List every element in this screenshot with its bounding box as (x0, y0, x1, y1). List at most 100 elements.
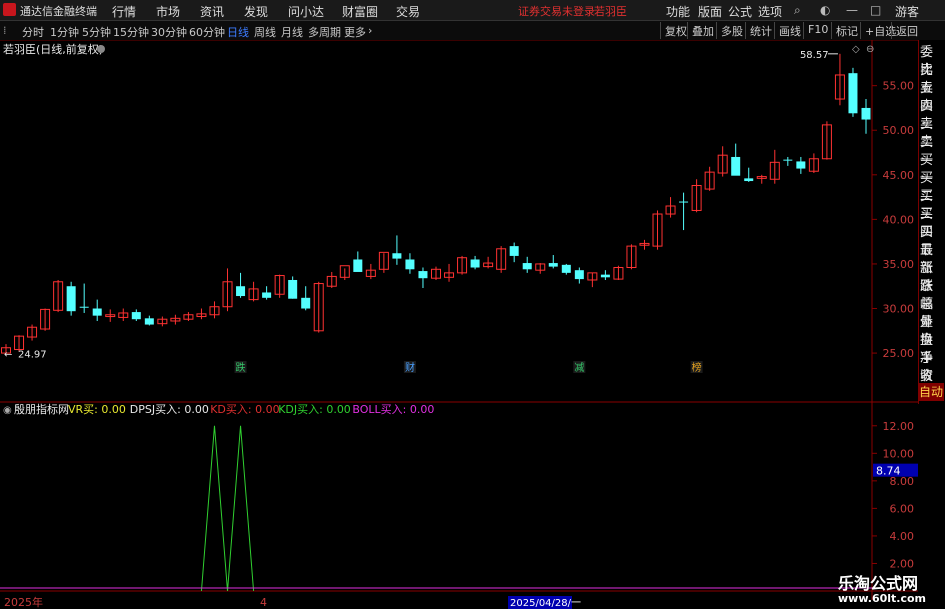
period-1min[interactable]: 1分钟 (50, 24, 79, 40)
skin-icon[interactable]: ◐ (820, 3, 830, 17)
low-price-label: 24.97 (18, 349, 47, 360)
period-5min[interactable]: 5分钟 (82, 24, 111, 40)
price-tick-label: 35.00 (883, 258, 915, 271)
period-15min[interactable]: 15分钟 (113, 24, 149, 40)
kline-chart[interactable]: 55.00 50.00 45.00 40.00 35.00 30.00 25.00 若羽臣(日… (0, 40, 918, 609)
indicator-tick-label: 10.00 (883, 447, 915, 460)
current-user[interactable]: 若羽臣 (594, 3, 627, 19)
axis-month-label: 4 (260, 596, 267, 609)
price-tick-label: 45.00 (883, 169, 915, 182)
menu-trade[interactable]: 交易 (396, 3, 420, 20)
kdj-spike-line (200, 425, 229, 592)
app-logo-icon (3, 3, 16, 16)
indicator-tick-label: 2.00 (890, 557, 915, 570)
chart-title: 若羽臣(日线,前复权) (3, 42, 103, 56)
btn-stats[interactable]: 统计 (745, 22, 776, 39)
watermark: 乐淘公式网 www.60lt.com (820, 570, 945, 609)
btn-draw[interactable]: 画线 (774, 22, 805, 39)
indicator-tick-label: 12.00 (883, 420, 915, 433)
candle-body (262, 292, 272, 298)
chevron-right-icon[interactable]: › (368, 24, 372, 37)
price-tick-label: 50.00 (883, 124, 915, 137)
candle-body (783, 159, 793, 161)
candle-body (79, 306, 89, 308)
period-daily[interactable]: 日线 (227, 24, 249, 40)
indicator-tick-label: 6.00 (890, 502, 915, 515)
indicator-name: 殷朋指标网 (14, 402, 69, 416)
candle-body (796, 161, 806, 169)
candle-body (861, 107, 871, 120)
collapse-icon: ⊖ (866, 44, 874, 55)
btn-overlay[interactable]: 叠加 (687, 22, 718, 39)
indicator-value: VR买: 0.00 (68, 403, 126, 416)
period-tick[interactable]: 分时 (22, 24, 44, 40)
btn-f10[interactable]: F10 (803, 22, 832, 39)
menu-function[interactable]: 功能 (666, 3, 690, 20)
low-arrow-icon: ← (4, 349, 12, 360)
candle-body (522, 263, 532, 270)
period-30min[interactable]: 30分钟 (151, 24, 187, 40)
indicator-value: KDJ买入: 0.00 (278, 403, 351, 416)
search-icon[interactable]: ⌕ (794, 3, 801, 18)
candle-body (679, 201, 689, 203)
price-tick-label: 40.00 (883, 213, 915, 226)
menu-wealth[interactable]: 财富圈 (342, 3, 378, 20)
indicator-toggle-icon: ◉ (3, 405, 12, 416)
period-monthly[interactable]: 月线 (281, 24, 303, 40)
menu-layout[interactable]: 版面 (698, 3, 722, 20)
price-tick-label: 30.00 (883, 303, 915, 316)
menu-news[interactable]: 资讯 (200, 3, 224, 20)
candle-body (470, 259, 480, 268)
btn-back[interactable]: 返回 (891, 22, 922, 39)
price-tick-label: 25.00 (883, 347, 915, 360)
menu-market[interactable]: 市场 (156, 3, 180, 20)
indicator-current-value: 8.74 (876, 465, 901, 478)
btn-mark[interactable]: 标记 (831, 22, 862, 39)
indicator-value: BOLL买入: 0.00 (352, 403, 434, 416)
axis-year-label: 2025年 (4, 595, 43, 609)
indicator-value: DPSJ买入: 0.00 (130, 403, 209, 416)
indicator-value: KD买入: 0.00 (210, 403, 279, 416)
login-warning[interactable]: 证券交易未登录 (518, 3, 595, 19)
cursor-date-label: 2025/04/28/一 (510, 598, 581, 609)
candle-body (353, 259, 363, 272)
maximize-icon[interactable]: □ (870, 3, 881, 17)
candle-body (418, 271, 428, 279)
menu-quotes[interactable]: 行情 (112, 3, 136, 20)
minimize-icon[interactable]: — (846, 3, 858, 17)
candle-body (66, 286, 76, 312)
high-price-label: 58.57 (800, 50, 829, 61)
menu-ask[interactable]: 问小达 (288, 3, 324, 20)
title-bar: 通达信金融终端 行情 市场 资讯 发现 问小达 财富圈 交易 证券交易未登录 若… (0, 0, 945, 21)
event-marker: 跌 (236, 361, 246, 374)
info-icon (97, 45, 105, 53)
menu-options[interactable]: 选项 (758, 3, 782, 20)
kdj-spike-line (227, 425, 255, 592)
candle-body (548, 263, 558, 267)
event-marker: 财 (405, 361, 415, 374)
candle-body (848, 73, 858, 114)
period-weekly[interactable]: 周线 (254, 24, 276, 40)
period-toolbar: ⁞ 分时 1分钟 5分钟 15分钟 30分钟 60分钟 日线 周线 月线 多周期… (0, 21, 945, 41)
watermark-url: www.60lt.com (838, 592, 927, 605)
period-multi[interactable]: 多周期 (308, 24, 341, 40)
candle-body (144, 318, 154, 325)
guest-label[interactable]: 游客 (895, 3, 919, 20)
indicator-tick-label: 4.00 (890, 530, 915, 543)
menu-formula[interactable]: 公式 (728, 3, 752, 20)
event-marker: 减 (574, 362, 584, 374)
period-more[interactable]: 更多 (344, 24, 366, 40)
toolbar-grip-icon: ⁞ (3, 24, 7, 37)
app-title: 通达信金融终端 (20, 5, 97, 18)
diamond-icon: ◇ (852, 44, 860, 55)
watermark-title: 乐淘公式网 (838, 574, 919, 593)
menu-discover[interactable]: 发现 (244, 3, 268, 20)
candle-body (600, 274, 610, 278)
period-60min[interactable]: 60分钟 (189, 24, 225, 40)
candle-body (288, 279, 298, 299)
auto-button[interactable]: 自动 (918, 383, 944, 401)
btn-multi-stock[interactable]: 多股 (716, 22, 747, 39)
candle-body (731, 156, 741, 176)
candle-body (509, 246, 519, 256)
price-tick-label: 55.00 (883, 80, 915, 93)
